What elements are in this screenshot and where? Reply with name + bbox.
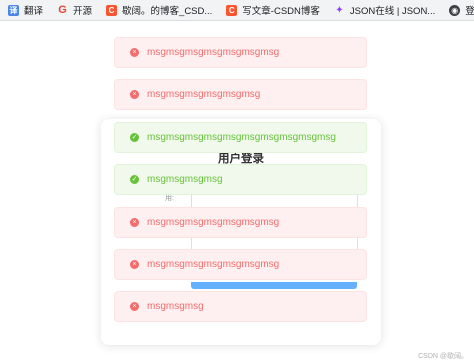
error-icon: ×: [130, 302, 139, 311]
watermark: CSDN @歇阔。: [418, 353, 468, 360]
message-text: msgmsgmsgmsgmsgmsgmsgmsgmsgmsg: [147, 132, 336, 143]
csdn-icon: C: [226, 4, 238, 16]
message-text: msgmsgmsg: [147, 301, 204, 312]
translate-icon: 译: [8, 4, 19, 16]
message-text: msgmsgmsgmsg: [147, 174, 223, 185]
bookmark-label: 写文章-CSDN博客: [242, 6, 320, 17]
check-icon: ✓: [130, 133, 139, 142]
bookmark-csdn-write[interactable]: C 写文章-CSDN博客: [226, 3, 320, 17]
check-icon: ✓: [130, 175, 139, 184]
bookmark-translate[interactable]: 译 翻译: [8, 3, 43, 17]
error-message: × msgmsgmsgmsgmsgmsgmsg: [114, 249, 367, 280]
error-icon: ×: [130, 260, 139, 269]
google-icon: G: [58, 4, 67, 16]
error-icon: ×: [130, 48, 139, 57]
bookmarks-bar: 译 翻译 G 开源 C 歇阔。的博客_CSD... C 写文章-CSDN博客 ✦…: [0, 0, 474, 21]
bookmark-label: JSON在线 | JSON...: [349, 6, 436, 17]
error-message: × msgmsgmsgmsgmsgmsgmsg: [114, 207, 367, 238]
message-text: msgmsgmsgmsgmsgmsg: [147, 89, 261, 100]
bookmark-label: 歇阔。的博客_CSD...: [122, 6, 213, 17]
message-text: msgmsgmsgmsgmsgmsgmsg: [147, 259, 280, 270]
bookmark-login-page[interactable]: ◉ 登录界面: [449, 3, 474, 17]
page-content: 用户登录 用: × msgmsgmsgmsgmsgmsgmsg × msgmsg…: [0, 21, 474, 364]
message-text: msgmsgmsgmsgmsgmsgmsg: [147, 47, 280, 58]
bookmark-json-online[interactable]: ✦ JSON在线 | JSON...: [334, 3, 436, 18]
error-icon: ×: [130, 218, 139, 227]
success-message: ✓ msgmsgmsgmsgmsgmsgmsgmsgmsgmsg: [114, 122, 367, 153]
login-button[interactable]: [191, 282, 357, 289]
error-message: × msgmsgmsgmsgmsgmsg: [114, 79, 367, 110]
bookmark-label: 登录界面: [465, 6, 474, 17]
bookmark-csdn-blog[interactable]: C 歇阔。的博客_CSD...: [106, 3, 212, 17]
bookmark-label: 翻译: [24, 6, 44, 17]
bookmark-open-source[interactable]: G 开源: [57, 3, 92, 17]
message-text: msgmsgmsgmsgmsgmsgmsg: [147, 217, 280, 228]
error-message: × msgmsgmsgmsgmsgmsgmsg: [114, 37, 367, 68]
success-message: ✓ msgmsgmsgmsg: [114, 164, 367, 195]
bookmark-label: 开源: [73, 6, 93, 17]
globe-icon: ◉: [449, 4, 461, 16]
json-icon: ✦: [335, 4, 344, 16]
error-icon: ×: [130, 90, 139, 99]
error-message: × msgmsgmsg: [114, 291, 367, 322]
csdn-icon: C: [106, 4, 118, 16]
